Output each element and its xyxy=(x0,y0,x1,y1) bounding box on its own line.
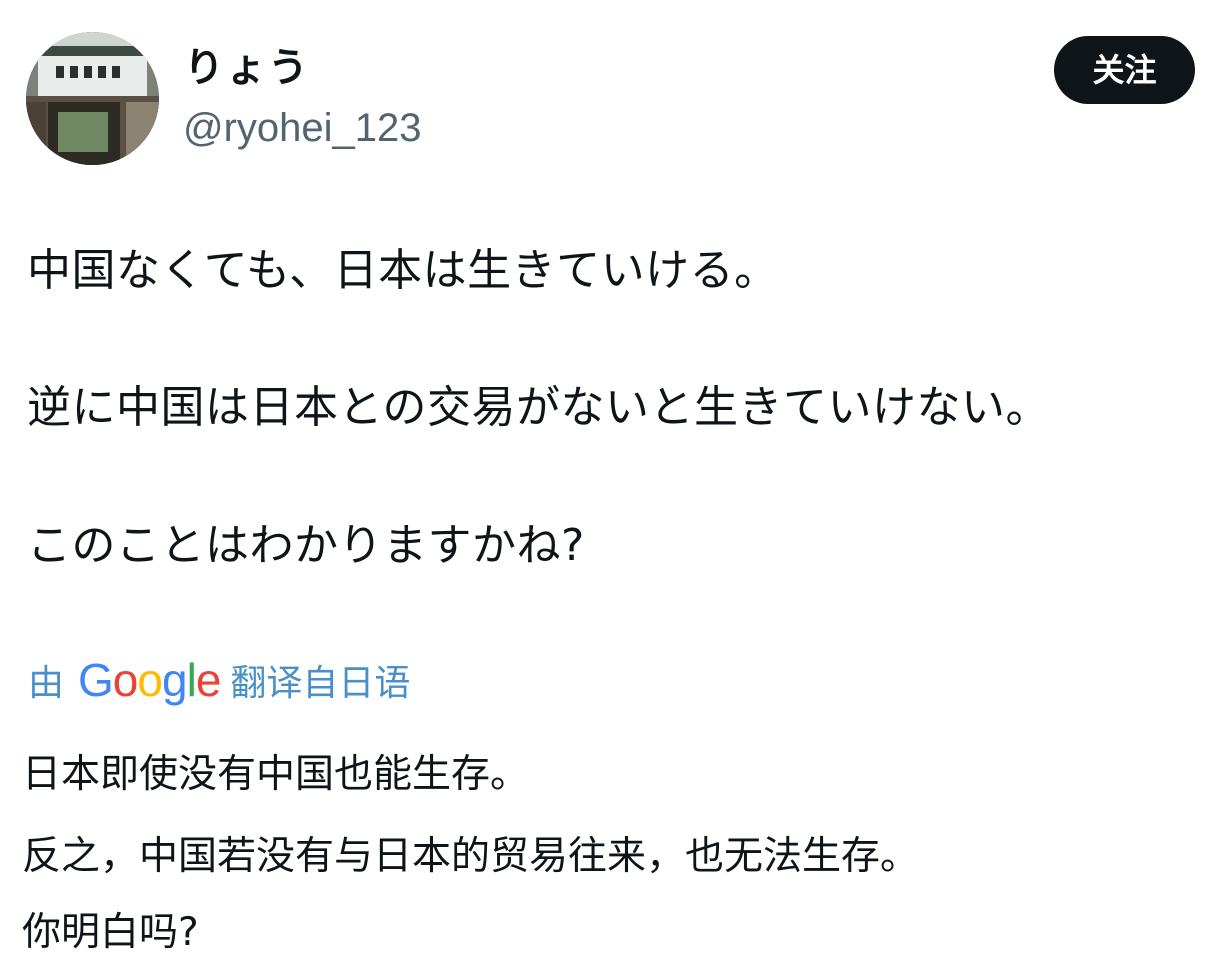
tweet-text-line-1: 中国なくても、日本は生きていける。 xyxy=(27,245,779,296)
google-logo-letter: g xyxy=(161,654,188,706)
google-logo-letter: e xyxy=(195,654,222,706)
follow-button[interactable]: 关注 xyxy=(1054,36,1195,104)
avatar[interactable] xyxy=(26,32,159,165)
google-logo-letter: o xyxy=(137,654,163,706)
google-logo-letter: G xyxy=(78,654,114,706)
translated-text-line-2: 反之，中国若没有与日本的贸易往来，也无法生存。 xyxy=(22,834,920,879)
translation-attribution[interactable]: 由 Google 翻译自日语 xyxy=(28,652,410,708)
translated-text-line-3: 你明白吗? xyxy=(22,910,199,955)
user-display-name[interactable]: りょう xyxy=(184,38,310,98)
tweet-text-line-2: 逆に中国は日本との交易がないと生きていけない。 xyxy=(27,382,1051,433)
translated-text-line-1: 日本即使没有中国也能生存。 xyxy=(22,752,530,797)
tweet-text-line-3: このことはわかりますかね? xyxy=(27,520,585,571)
user-handle[interactable]: @ryohei_123 xyxy=(183,100,422,156)
google-logo: Google xyxy=(78,653,222,707)
google-logo-letter: l xyxy=(186,654,197,706)
translation-prefix: 由 xyxy=(28,663,65,704)
translation-source-label: 翻译自日语 xyxy=(230,663,411,704)
avatar-photo-icon xyxy=(26,32,159,165)
google-logo-letter: o xyxy=(112,654,139,706)
